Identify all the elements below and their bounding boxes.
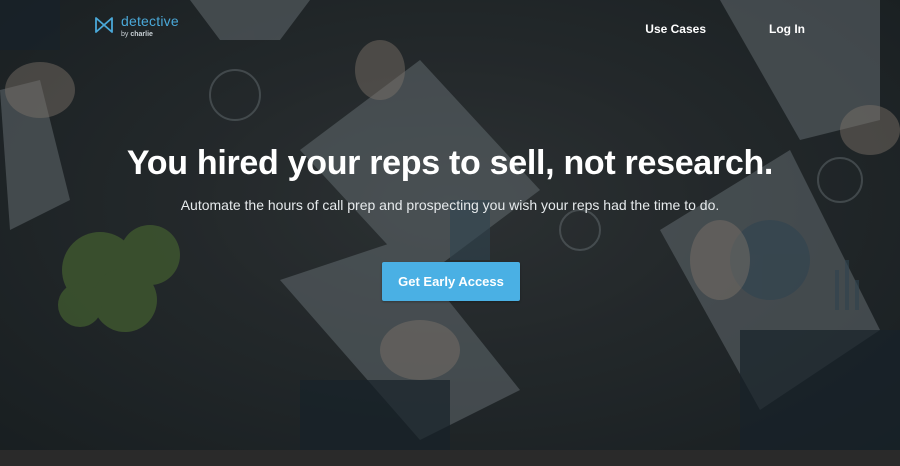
- footer-strip: [0, 450, 900, 466]
- top-nav: Use Cases Log In: [645, 22, 805, 36]
- nav-link-use-cases[interactable]: Use Cases: [645, 22, 706, 36]
- hero-subheadline: Automate the hours of call prep and pros…: [180, 197, 720, 213]
- hero-section: detective by charlie Use Cases Log In Yo…: [0, 0, 900, 450]
- brand-logo[interactable]: detective by charlie: [95, 14, 179, 38]
- get-early-access-button[interactable]: Get Early Access: [382, 262, 520, 301]
- brand-byline-prefix: by: [121, 31, 129, 38]
- background-overlay: [0, 0, 900, 450]
- brand-byline: by charlie: [121, 31, 179, 38]
- hero-headline: You hired your reps to sell, not researc…: [126, 144, 774, 182]
- bowtie-icon: [95, 17, 113, 33]
- nav-link-log-in[interactable]: Log In: [769, 22, 805, 36]
- brand-byline-name: charlie: [130, 31, 153, 38]
- background-desk-image: [0, 0, 900, 450]
- brand-name: detective: [121, 13, 179, 29]
